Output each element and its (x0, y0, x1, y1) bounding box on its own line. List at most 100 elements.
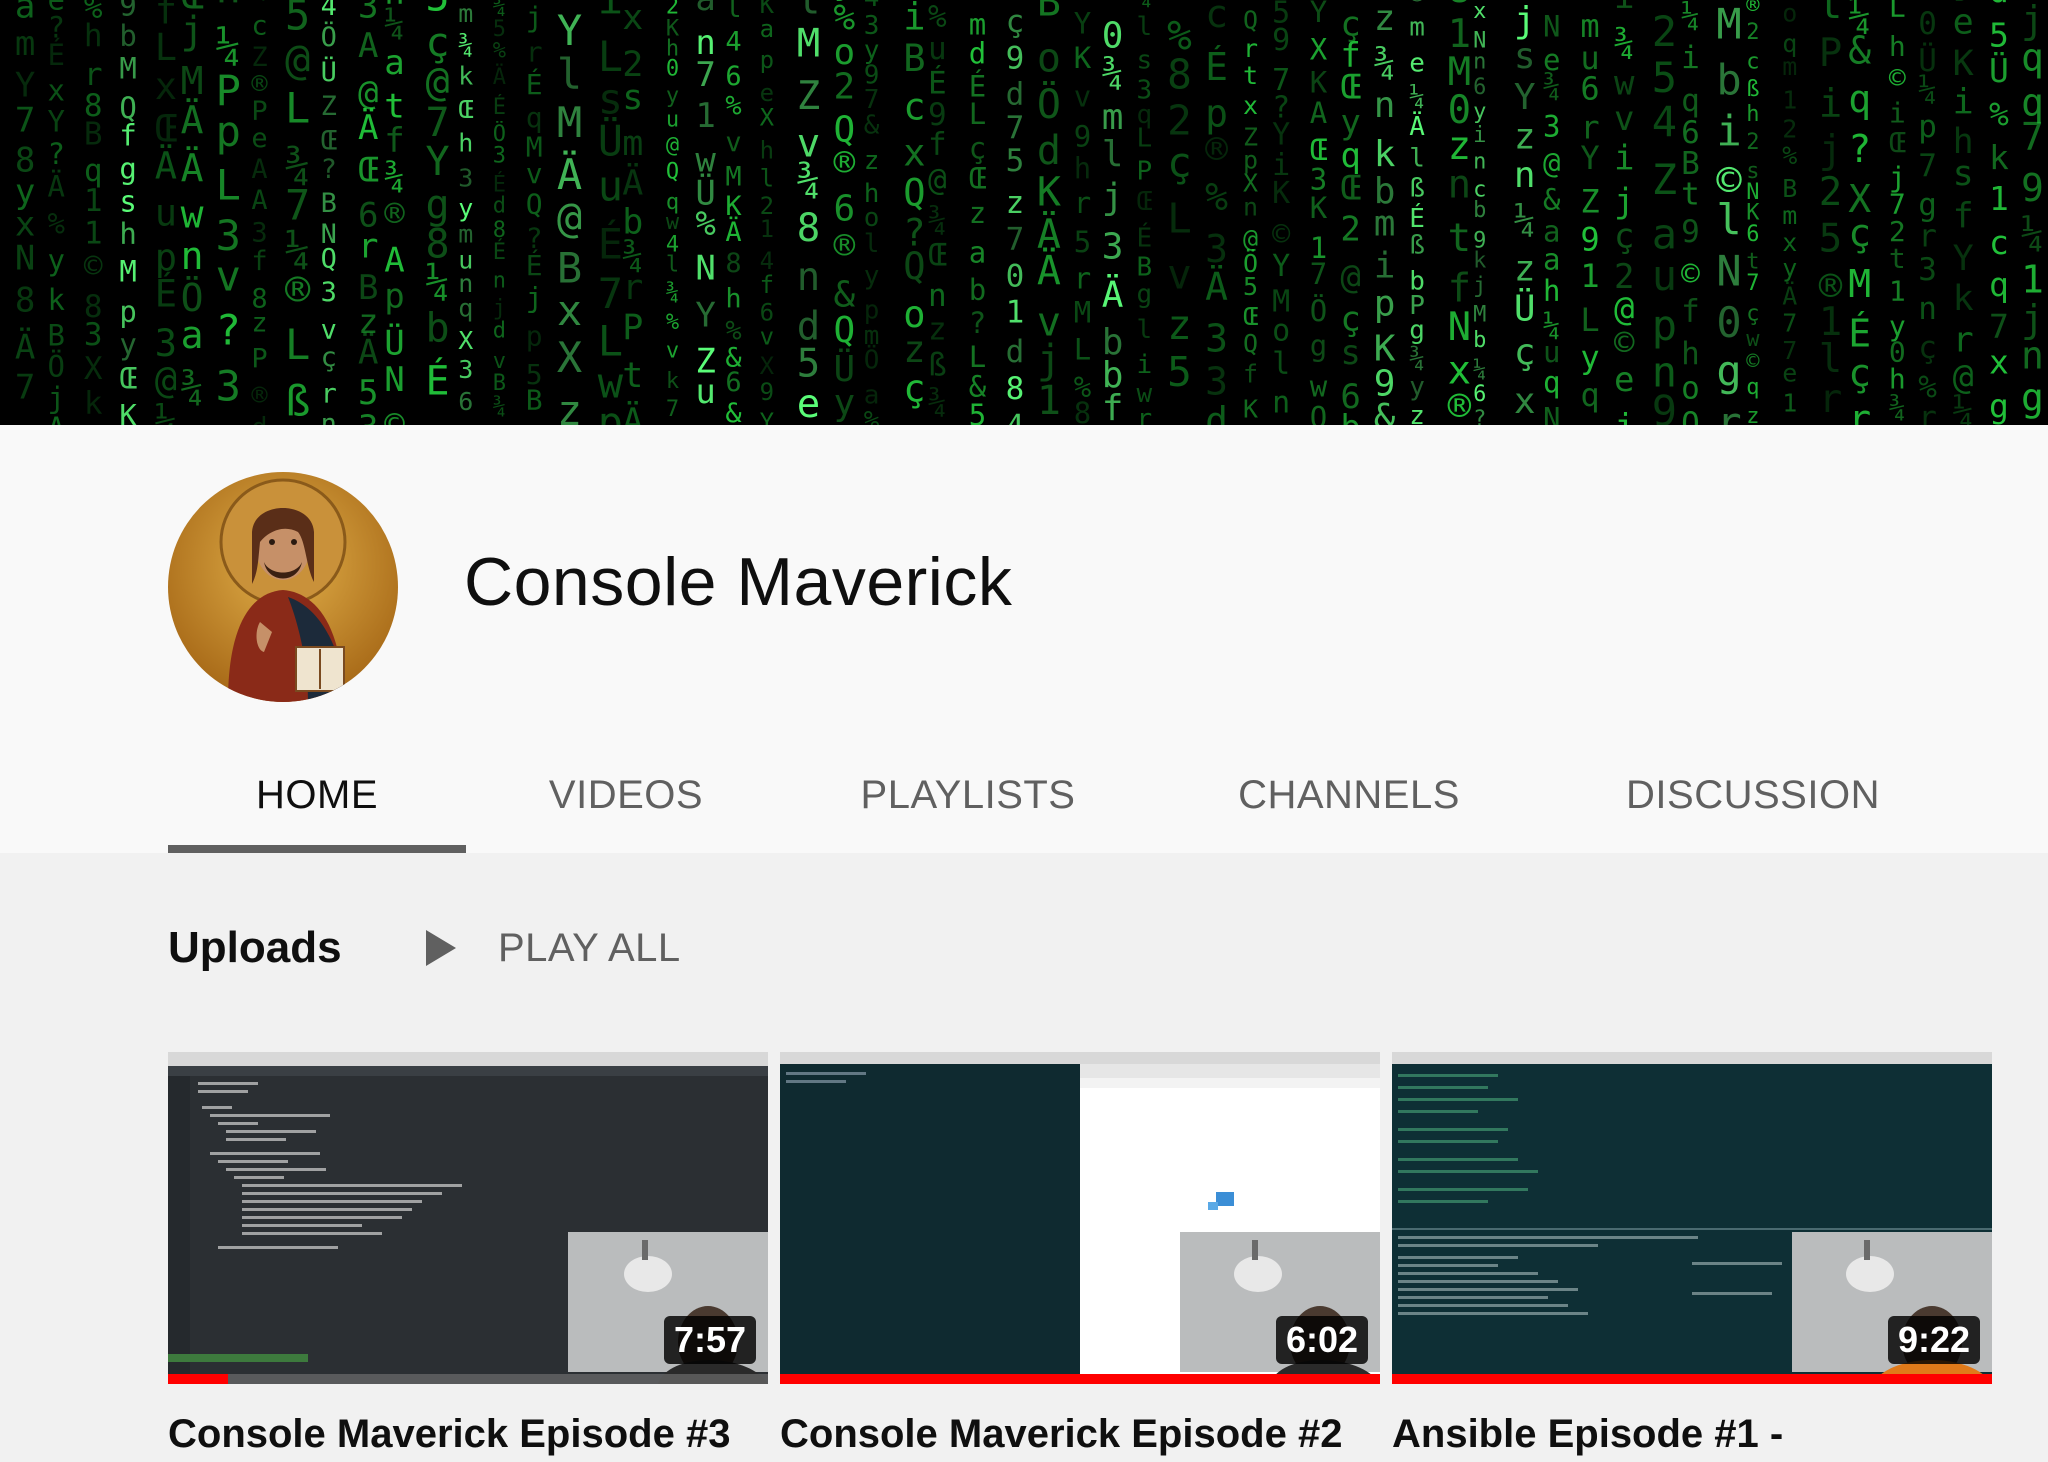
matrix-glyph: ¼ (1953, 392, 1974, 425)
matrix-glyph: Œ (119, 362, 137, 396)
matrix-glyph: i (1374, 246, 1396, 287)
matrix-glyph: n (1448, 162, 1471, 207)
matrix-glyph: X (458, 326, 473, 355)
matrix-glyph: & (725, 398, 742, 425)
matrix-glyph: ? (216, 305, 241, 354)
matrix-glyph: 2 (1746, 130, 1759, 155)
matrix-glyph: r (1243, 34, 1258, 63)
matrix-glyph: n (1243, 193, 1258, 222)
matrix-glyph: y (666, 84, 679, 109)
matrix-glyph: 5 (285, 0, 310, 40)
tab-channels[interactable]: CHANNELS (1150, 737, 1548, 853)
matrix-glyph: 9 (1272, 23, 1290, 58)
matrix-glyph: u (598, 162, 623, 211)
matrix-glyph: n (1272, 386, 1290, 421)
matrix-glyph: y (1409, 372, 1425, 402)
matrix-glyph: Ä (181, 147, 204, 191)
matrix-glyph: 2 (1782, 114, 1797, 143)
matrix-glyph: 1 (695, 96, 715, 136)
matrix-glyph: e (1409, 48, 1425, 78)
matrix-glyph: ç (321, 342, 337, 373)
video-card[interactable]: 7:57 Console Maverick Episode #3 (168, 1052, 768, 1462)
matrix-glyph: w (1310, 370, 1328, 404)
matrix-glyph: Q (666, 160, 679, 185)
matrix-glyph: Q (903, 245, 925, 288)
matrix-glyph: x (622, 0, 643, 38)
matrix-glyph: Y (1580, 139, 1599, 177)
channel-avatar[interactable] (168, 472, 398, 702)
video-thumbnail[interactable]: 6:02 (780, 1052, 1380, 1384)
matrix-glyph: Ü (1989, 50, 2009, 90)
matrix-glyph: L (285, 83, 310, 132)
matrix-glyph: t (1243, 61, 1258, 90)
matrix-glyph: x (1473, 0, 1486, 24)
matrix-glyph: j (1102, 176, 1124, 217)
matrix-glyph: h (1543, 274, 1560, 308)
matrix-glyph: y (458, 194, 473, 223)
tab-videos[interactable]: VIDEOS (466, 737, 786, 853)
matrix-glyph: u (155, 191, 177, 234)
video-title[interactable]: Console Maverick Episode #3 (168, 1408, 768, 1460)
matrix-glyph: Ä (557, 149, 582, 199)
matrix-glyph: M (1473, 303, 1486, 328)
matrix-glyph: Q (526, 188, 543, 221)
matrix-glyph: v (526, 157, 543, 190)
watch-progress-bar (780, 1374, 1380, 1384)
matrix-glyph: j (1037, 337, 1061, 383)
video-thumbnail[interactable]: 7:57 (168, 1052, 768, 1384)
matrix-glyph: É (1848, 312, 1871, 356)
matrix-glyph: 2 (1652, 7, 1677, 56)
matrix-glyph: l (864, 229, 880, 259)
matrix-glyph: ? (1848, 127, 1871, 171)
matrix-glyph: k (1989, 138, 2009, 177)
matrix-glyph: 6 (1580, 70, 1599, 108)
video-card[interactable]: 9:22 Ansible Episode #1 - (1392, 1052, 1992, 1462)
matrix-glyph: t (622, 356, 643, 396)
matrix-glyph: ¾ (181, 365, 204, 409)
matrix-glyph: h (1681, 336, 1700, 372)
matrix-glyph: 1 (2021, 257, 2044, 301)
matrix-glyph: 9 (1652, 386, 1677, 425)
matrix-glyph: h (1074, 152, 1091, 186)
matrix-glyph: ç (1514, 332, 1536, 373)
tab-home[interactable]: HOME (168, 737, 466, 853)
matrix-glyph: @ (426, 59, 450, 105)
matrix-glyph: Ü (1514, 288, 1536, 330)
matrix-glyph: 8 (1006, 371, 1025, 407)
video-title[interactable]: Ansible Episode #1 - (1392, 1408, 1992, 1460)
matrix-glyph: 7 (598, 269, 623, 318)
matrix-glyph: v (725, 127, 741, 158)
matrix-glyph: Œ (321, 126, 338, 157)
matrix-glyph: 1 (1782, 86, 1797, 115)
tab-discussion[interactable]: DISCUSSION (1548, 737, 1958, 853)
matrix-glyph: Ö (321, 21, 337, 53)
matrix-glyph: 4 (1006, 409, 1025, 426)
video-card[interactable]: 6:02 Console Maverick Episode #2 (780, 1052, 1380, 1462)
matrix-glyph: c (1746, 49, 1759, 74)
matrix-glyph: d (1205, 399, 1228, 425)
play-icon (426, 930, 456, 966)
matrix-glyph: B (526, 384, 543, 417)
matrix-glyph: 2 (1340, 210, 1360, 250)
matrix-glyph: j (1614, 181, 1634, 221)
matrix-glyph: 1 (1782, 388, 1797, 417)
matrix-glyph: j (48, 381, 65, 415)
matrix-glyph: p (598, 398, 623, 425)
matrix-glyph: 1 (1580, 257, 1599, 295)
matrix-glyph: d (1037, 128, 1061, 174)
video-thumbnail[interactable]: 9:22 (1392, 1052, 1992, 1384)
video-title[interactable]: Console Maverick Episode #2 (780, 1408, 1380, 1460)
matrix-glyph: g (1310, 329, 1327, 363)
tab-playlists[interactable]: PLAYLISTS (786, 737, 1150, 853)
matrix-glyph: i (1681, 40, 1700, 76)
matrix-glyph: 7 (2021, 115, 2044, 159)
matrix-glyph: u (695, 372, 715, 412)
matrix-glyph: @ (155, 359, 177, 402)
play-all-button[interactable]: PLAY ALL (424, 918, 681, 978)
matrix-glyph: m (1782, 201, 1797, 230)
matrix-glyph: ¾ (1137, 0, 1153, 11)
matrix-glyph: 8 (1167, 51, 1192, 99)
uploads-title[interactable]: Uploads (168, 918, 342, 978)
matrix-glyph: r (1848, 397, 1871, 425)
matrix-glyph: © (1746, 350, 1760, 375)
